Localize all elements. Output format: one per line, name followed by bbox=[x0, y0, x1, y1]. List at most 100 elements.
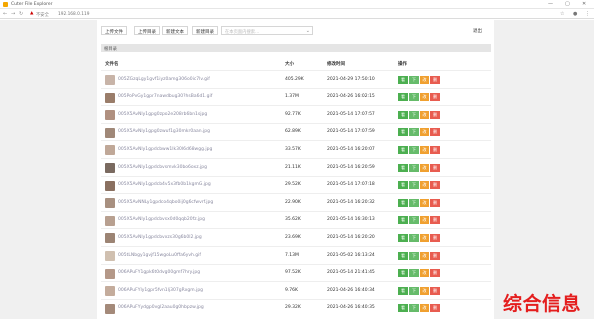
thumbnail-image[interactable] bbox=[105, 303, 115, 314]
thumbnail-image[interactable] bbox=[105, 215, 115, 226]
file-name-link[interactable]: 006APuFYly1gpr5fvn1lj307gRxgm.jpg bbox=[118, 288, 203, 293]
table-row[interactable]: 005X5AvNly1gpdcbvsmvk30bo6oxz.jpg 21.11K 2… bbox=[101, 158, 491, 175]
file-name-link[interactable]: 005X5AvNNLy1gpdco4qbo0ij0g6cfwvrf.jpg bbox=[118, 200, 213, 205]
account-icon[interactable]: ● bbox=[573, 11, 577, 17]
delete-button[interactable]: 删 bbox=[430, 145, 440, 154]
download-button[interactable]: 下 bbox=[409, 251, 419, 260]
file-name-link[interactable]: 005X5AvNly1gpdcbww1lk30l6d68wgg.jpg bbox=[118, 147, 212, 152]
delete-button[interactable]: 删 bbox=[430, 75, 440, 84]
view-button[interactable]: 看 bbox=[398, 75, 408, 84]
file-name-link[interactable]: 006APuFY1gpk6t0dvg00gmf7hry.jpg bbox=[118, 270, 200, 275]
table-row[interactable]: 005X5AvNNLy1gpdco4qbo0ij0g6cfwvrf.jpg 22.… bbox=[101, 193, 491, 210]
file-name-link[interactable]: 005X5AvNly1gpdcbvsmvk30bo6oxz.jpg bbox=[118, 165, 207, 170]
rename-button[interactable]: 改 bbox=[420, 269, 429, 278]
view-button[interactable]: 看 bbox=[398, 269, 408, 278]
thumbnail-image[interactable] bbox=[105, 251, 115, 261]
rename-button[interactable]: 改 bbox=[420, 93, 429, 102]
thumbnail-image[interactable] bbox=[105, 145, 115, 156]
rename-button[interactable]: 改 bbox=[420, 75, 429, 84]
file-name-link[interactable]: 005PoPvGy1gpr7nawdbug30?hsBa6d1.gif bbox=[118, 94, 212, 99]
download-button[interactable]: 下 bbox=[409, 145, 419, 154]
upload-file-button[interactable]: 上传文件 bbox=[101, 26, 127, 35]
view-button[interactable]: 看 bbox=[398, 286, 408, 295]
view-button[interactable]: 看 bbox=[398, 163, 408, 172]
delete-button[interactable]: 删 bbox=[430, 93, 440, 102]
view-button[interactable]: 看 bbox=[398, 198, 408, 207]
table-row[interactable]: 006APuFY1gpk6t0dvg00gmf7hry.jpg 97.52K 202… bbox=[101, 263, 491, 281]
view-button[interactable]: 看 bbox=[398, 110, 408, 119]
rename-button[interactable]: 改 bbox=[420, 304, 429, 313]
search-input[interactable]: 在本页面内搜索... ⌄ bbox=[221, 26, 313, 35]
delete-button[interactable]: 删 bbox=[430, 269, 440, 278]
file-name-link[interactable]: 005X5AvNly1gpg0zpo2e208rb6bn1sjpg bbox=[118, 112, 207, 117]
table-row[interactable]: 005X5AvNly1gpdcb4v5x3fb0b1kgmG.jpg 29.52K… bbox=[101, 175, 491, 193]
download-button[interactable]: 下 bbox=[409, 216, 419, 225]
file-name-link[interactable]: 005X5AvNly1gpdcb4v5x3fb0b1kgmG.jpg bbox=[118, 182, 211, 187]
delete-button[interactable]: 删 bbox=[430, 216, 440, 225]
file-name-link[interactable]: 006APuFYydgp0vgl2aau0g0hbpzw.jpg bbox=[118, 305, 204, 310]
file-name-link[interactable]: 005X5AvNly1gpdcbvxzs30g6b0l2.jpg bbox=[118, 235, 202, 240]
url-field[interactable]: ▲ 不安全 192.168.0.119 bbox=[30, 11, 550, 18]
chevron-down-icon[interactable]: ⌄ bbox=[306, 28, 310, 34]
download-button[interactable]: 下 bbox=[409, 110, 419, 119]
delete-button[interactable]: 删 bbox=[430, 181, 440, 190]
table-row[interactable]: 005X5AvNly1gpg0zpo2e208rb6bn1sjpg 92.77K 2… bbox=[101, 105, 491, 122]
thumbnail-image[interactable] bbox=[105, 92, 115, 103]
delete-button[interactable]: 删 bbox=[430, 304, 440, 313]
delete-button[interactable]: 删 bbox=[430, 110, 440, 119]
table-row[interactable]: 005X5AvNly1gpdcbvsx0d0qqb20fz.jpg 35.62K 2… bbox=[101, 210, 491, 228]
delete-button[interactable]: 删 bbox=[430, 251, 440, 260]
menu-icon[interactable]: ⋮ bbox=[585, 11, 590, 17]
rename-button[interactable]: 改 bbox=[420, 145, 429, 154]
download-button[interactable]: 下 bbox=[409, 286, 419, 295]
delete-button[interactable]: 删 bbox=[430, 128, 440, 137]
reload-icon[interactable]: ↻ bbox=[19, 11, 23, 17]
table-row[interactable]: 005X5AvNly1gpdcbww1lk30l6d68wgg.jpg 33.57… bbox=[101, 140, 491, 157]
download-button[interactable]: 下 bbox=[409, 181, 419, 190]
file-name-link[interactable]: 005X5AvNly1gpg0zwuf1g30mkr0aan.jpg bbox=[118, 129, 210, 134]
close-button[interactable]: ✕ bbox=[582, 1, 586, 7]
col-mtime-header[interactable]: 修改时间 bbox=[327, 61, 345, 67]
col-size-header[interactable]: 大小 bbox=[285, 61, 294, 67]
maximize-button[interactable]: ▢ bbox=[565, 1, 570, 7]
rename-button[interactable]: 改 bbox=[420, 216, 429, 225]
rename-button[interactable]: 改 bbox=[420, 198, 429, 207]
table-row[interactable]: 006APuFYly1gpr5fvn1lj307gRxgm.jpg 9.76K 20… bbox=[101, 281, 491, 298]
table-row[interactable]: 005X5AvNly1gpdcbvxzs30g6b0l2.jpg 23.69K 20… bbox=[101, 228, 491, 245]
file-name-link[interactable]: 005ZGzqLgy1gvf1iyz0amg306o0ic7lv.gif bbox=[118, 77, 210, 82]
rename-button[interactable]: 改 bbox=[420, 286, 429, 295]
view-button[interactable]: 看 bbox=[398, 304, 408, 313]
download-button[interactable]: 下 bbox=[409, 233, 419, 242]
file-name-link[interactable]: 005tLNbgy1gvjf15wgoLu0ffa6yvh.gif bbox=[118, 253, 201, 258]
thumbnail-image[interactable] bbox=[105, 75, 115, 85]
breadcrumb-root[interactable]: 根目录 bbox=[104, 46, 117, 52]
rename-button[interactable]: 改 bbox=[420, 181, 429, 190]
back-icon[interactable]: ← bbox=[3, 11, 7, 17]
delete-button[interactable]: 删 bbox=[430, 233, 440, 242]
thumbnail-image[interactable] bbox=[105, 198, 115, 209]
col-name-header[interactable]: 文件名 bbox=[105, 61, 119, 67]
delete-button[interactable]: 删 bbox=[430, 198, 440, 207]
view-button[interactable]: 看 bbox=[398, 93, 408, 102]
download-button[interactable]: 下 bbox=[409, 304, 419, 313]
download-button[interactable]: 下 bbox=[409, 269, 419, 278]
download-button[interactable]: 下 bbox=[409, 75, 419, 84]
file-name-link[interactable]: 005X5AvNly1gpdcbvsx0d0qqb20fz.jpg bbox=[118, 217, 205, 222]
url-text[interactable]: 192.168.0.119 bbox=[58, 12, 89, 17]
thumbnail-image[interactable] bbox=[105, 233, 115, 244]
rename-button[interactable]: 改 bbox=[420, 110, 429, 119]
view-button[interactable]: 看 bbox=[398, 145, 408, 154]
rename-button[interactable]: 改 bbox=[420, 233, 429, 242]
view-button[interactable]: 看 bbox=[398, 251, 408, 260]
new-dir-button[interactable]: 新建目录 bbox=[192, 26, 218, 35]
table-row[interactable]: 005ZGzqLgy1gvf1iyz0amg306o0ic7lv.gif 405.… bbox=[101, 70, 491, 87]
forward-icon[interactable]: → bbox=[11, 11, 15, 17]
tab-title[interactable]: Cuter File Explorer bbox=[11, 2, 53, 7]
minimize-button[interactable]: — bbox=[548, 1, 553, 7]
table-row[interactable]: 005PoPvGy1gpr7nawdbug30?hsBa6d1.gif 1.37M… bbox=[101, 87, 491, 105]
table-row[interactable]: 005tLNbgy1gvjf15wgoLu0ffa6yvh.gif 7.13M 20… bbox=[101, 246, 491, 263]
download-button[interactable]: 下 bbox=[409, 128, 419, 137]
rename-button[interactable]: 改 bbox=[420, 163, 429, 172]
view-button[interactable]: 看 bbox=[398, 233, 408, 242]
table-row[interactable]: 005X5AvNly1gpg0zwuf1g30mkr0aan.jpg 62.89K… bbox=[101, 122, 491, 140]
